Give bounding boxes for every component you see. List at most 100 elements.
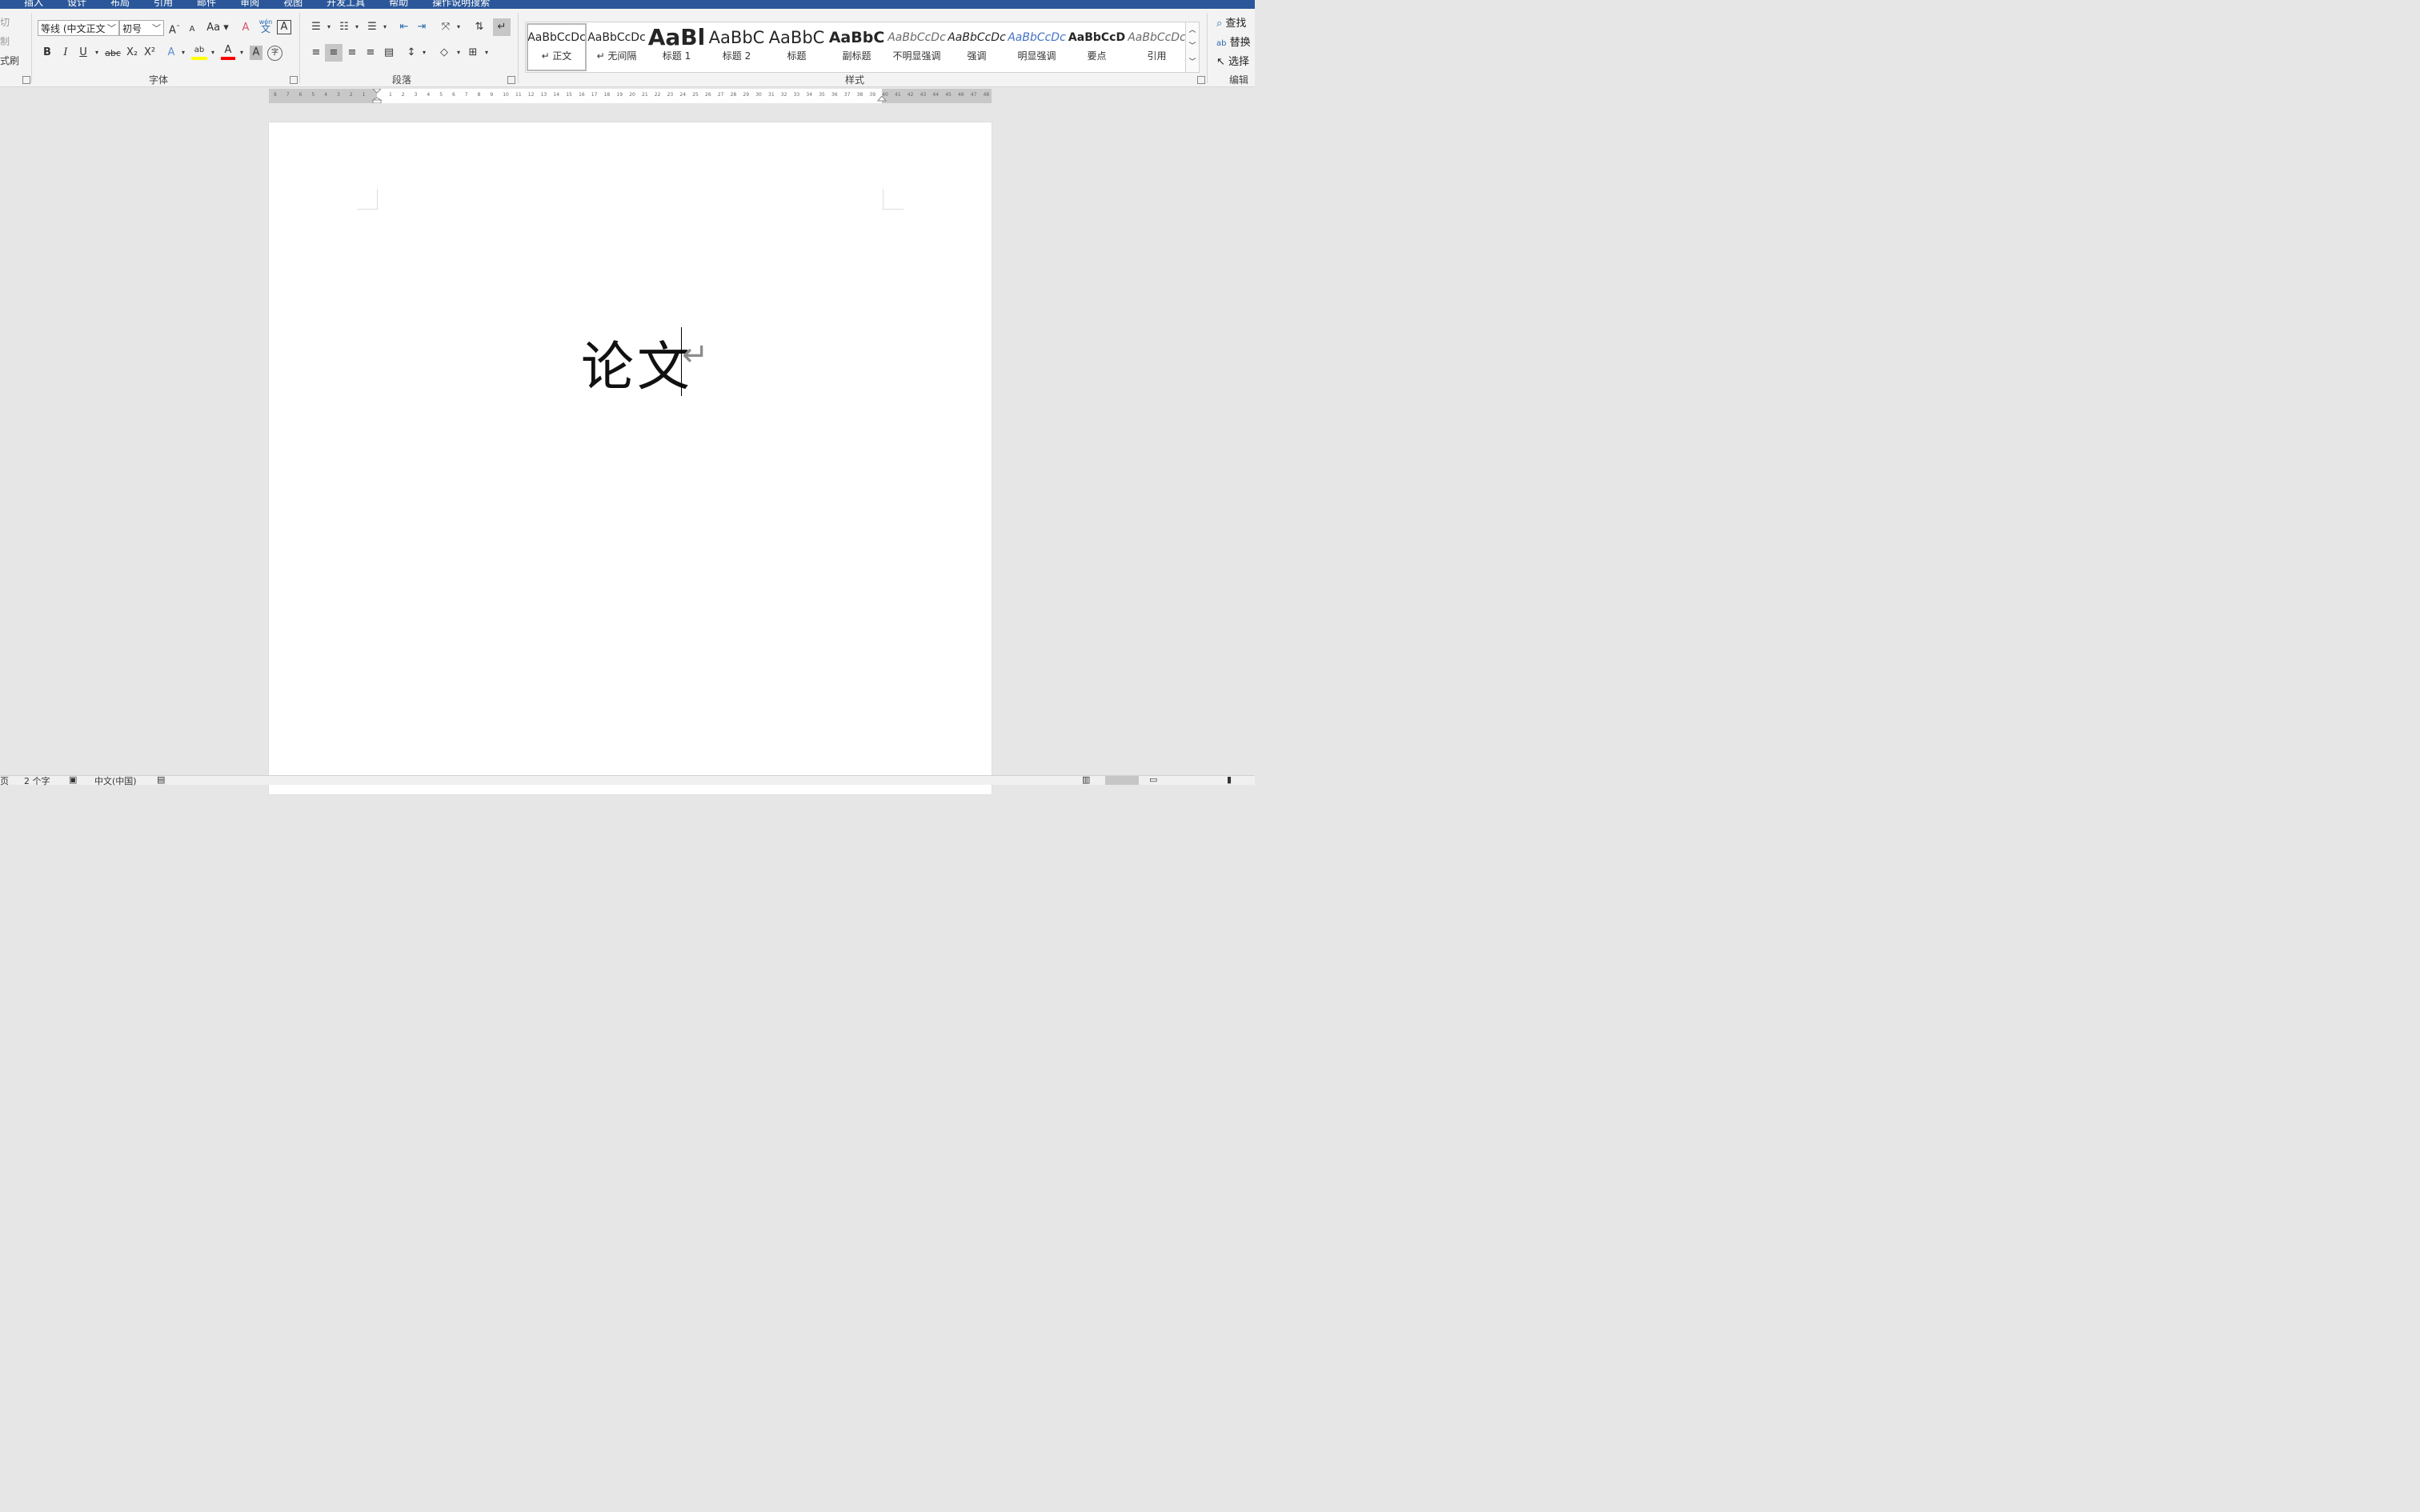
proofing-icon[interactable]: ▣	[69, 774, 77, 785]
format-painter-button[interactable]: 式刷	[0, 54, 19, 67]
shading-icon[interactable]: ◇	[437, 46, 451, 60]
menu-tab[interactable]: 开发工具	[327, 0, 365, 9]
status-bar: 页 2 个字 ▣ 中文(中国) ▤ ▥ ▭ ▮	[0, 774, 1255, 787]
paragraph-launcher-icon[interactable]	[507, 76, 515, 84]
style-intense-emphasis[interactable]: AaBbCcDc 明显强调	[1008, 24, 1066, 70]
document-title-text[interactable]: 论文	[581, 324, 693, 401]
style-title[interactable]: AaBbC 标题	[767, 24, 826, 70]
style-normal[interactable]: AaBbCcDc ↵ 正文	[527, 23, 587, 71]
highlight-icon[interactable]: ab	[191, 44, 207, 60]
page-indicator[interactable]: 页	[0, 774, 9, 787]
macro-icon[interactable]: ▤	[157, 774, 165, 785]
font-size-combo[interactable]: 初号 ﹀	[119, 20, 164, 36]
distributed-icon[interactable]: ▤	[382, 46, 396, 60]
change-case-button[interactable]: Aa ▾	[206, 21, 229, 35]
menu-tab[interactable]: 设计	[67, 0, 86, 9]
right-indent-icon[interactable]	[876, 96, 887, 103]
underline-dropdown-icon[interactable]: ▾	[93, 46, 101, 60]
zoom-slider-handle[interactable]: ▮	[1227, 774, 1232, 785]
styles-launcher-icon[interactable]	[1197, 76, 1205, 84]
shrink-font-icon[interactable]: A	[186, 22, 198, 37]
bullets-dropdown-icon[interactable]: ▾	[325, 20, 333, 34]
ruler-tick-label: 5	[439, 92, 443, 98]
text-effects-icon[interactable]: A	[165, 46, 178, 60]
style-subtitle[interactable]: AaBbC 副标题	[827, 24, 886, 70]
select-button[interactable]: ↖ 选择	[1216, 53, 1249, 68]
italic-button[interactable]: I	[58, 46, 73, 60]
borders-icon[interactable]: ⊞	[466, 46, 480, 60]
superscript-button[interactable]: X²	[142, 46, 158, 60]
menu-tab[interactable]: 插入	[24, 0, 43, 9]
bold-button[interactable]: B	[40, 46, 54, 60]
shading-dropdown-icon[interactable]: ▾	[455, 46, 463, 60]
style-quote[interactable]: AaBbCcDc 引用	[1128, 24, 1186, 70]
copy-button[interactable]: 制	[0, 34, 10, 48]
grow-font-icon[interactable]: A^	[168, 21, 181, 38]
horizontal-ruler[interactable]: 8 7 6 5 4 3 2 1 1 2 3 4 5 6 7 8 9 10 11 12 13 14 15 16 17 18 19 20 2…	[269, 89, 992, 103]
scroll-up-icon[interactable]: ︿	[1186, 22, 1199, 38]
clipboard-launcher-icon[interactable]	[22, 76, 30, 84]
show-paragraph-marks-icon[interactable]: ↵	[493, 18, 511, 36]
sort-icon[interactable]: ⇅	[472, 20, 487, 34]
subscript-button[interactable]: X₂	[124, 46, 140, 60]
decrease-indent-icon[interactable]: ⇤	[397, 20, 411, 34]
text-effects-dropdown-icon[interactable]: ▾	[179, 46, 187, 60]
align-left-icon[interactable]: ≡	[309, 46, 323, 60]
web-layout-icon[interactable]: ▭	[1149, 774, 1157, 785]
increase-indent-icon[interactable]: ⇥	[415, 20, 429, 34]
menu-tab[interactable]: 视图	[283, 0, 302, 9]
style-heading-1[interactable]: AaBl 标题 1	[647, 24, 706, 70]
numbering-icon[interactable]: ☷	[337, 20, 351, 34]
ruler-tick-label: 42	[907, 92, 914, 98]
font-color-dropdown-icon[interactable]: ▾	[238, 46, 246, 60]
style-subtle-emphasis[interactable]: AaBbCcDc 不明显强调	[887, 24, 946, 70]
underline-button[interactable]: U	[76, 46, 90, 60]
enclose-character-icon[interactable]: 字	[267, 46, 282, 61]
style-heading-2[interactable]: AaBbC 标题 2	[707, 24, 766, 70]
menu-tab[interactable]: 审阅	[240, 0, 259, 9]
find-button[interactable]: ⌕ 查找	[1216, 14, 1246, 30]
menu-tab[interactable]: 邮件	[197, 0, 216, 9]
borders-dropdown-icon[interactable]: ▾	[483, 46, 491, 60]
align-right-icon[interactable]: ≡	[345, 46, 359, 60]
font-color-icon[interactable]: A	[221, 44, 235, 60]
menu-tab[interactable]: 帮助	[389, 0, 408, 9]
font-name-combo[interactable]: 等线 (中文正文 ﹀	[38, 20, 119, 36]
document-page[interactable]: 论文 ↵	[269, 122, 992, 794]
ruler-tick-label: 10	[503, 92, 509, 98]
numbering-dropdown-icon[interactable]: ▾	[353, 20, 361, 34]
character-border-icon[interactable]: A	[277, 20, 291, 34]
menu-tab[interactable]: 引用	[154, 0, 173, 9]
align-center-icon[interactable]: ≡	[325, 44, 343, 62]
first-line-indent-icon[interactable]	[371, 89, 383, 103]
character-shading-icon[interactable]: A	[250, 46, 262, 60]
style-no-spacing[interactable]: AaBbCcDc ↵ 无间隔	[587, 24, 646, 70]
line-spacing-icon[interactable]: ↕	[404, 46, 419, 60]
multilevel-list-icon[interactable]: ☰	[365, 20, 379, 34]
highlight-dropdown-icon[interactable]: ▾	[209, 46, 217, 60]
menu-tab[interactable]: 布局	[110, 0, 130, 9]
phonetic-guide-icon[interactable]: wén 文	[258, 18, 274, 34]
more-styles-icon[interactable]: ﹀	[1186, 54, 1199, 70]
print-layout-icon[interactable]	[1105, 776, 1139, 785]
cut-button[interactable]: 切	[0, 15, 10, 29]
multilevel-dropdown-icon[interactable]: ▾	[381, 20, 389, 34]
bullets-icon[interactable]: ☰	[309, 20, 323, 34]
strikethrough-button[interactable]: abc	[104, 46, 122, 61]
justify-icon[interactable]: ≡	[363, 46, 378, 60]
style-emphasis[interactable]: AaBbCcDc 强调	[948, 24, 1006, 70]
menu-tab[interactable]: 操作说明搜索	[432, 0, 490, 9]
chinese-layout-dropdown-icon[interactable]: ▾	[455, 20, 463, 34]
font-launcher-icon[interactable]	[290, 76, 298, 84]
style-strong[interactable]: AaBbCcD 要点	[1068, 24, 1126, 70]
line-spacing-dropdown-icon[interactable]: ▾	[420, 46, 428, 60]
ruler-tick-label: 6	[452, 92, 455, 98]
read-mode-icon[interactable]: ▥	[1082, 774, 1090, 785]
word-count[interactable]: 2 个字	[24, 774, 50, 787]
language-indicator[interactable]: 中文(中国)	[94, 774, 137, 787]
replace-button[interactable]: ab 替换	[1216, 34, 1251, 49]
styles-scrollbar[interactable]: ︿ ﹀ ﹀	[1185, 22, 1200, 73]
clear-format-icon[interactable]: A	[238, 21, 253, 35]
chinese-layout-icon[interactable]: ⤧	[439, 20, 453, 34]
scroll-down-icon[interactable]: ﹀	[1186, 38, 1199, 54]
